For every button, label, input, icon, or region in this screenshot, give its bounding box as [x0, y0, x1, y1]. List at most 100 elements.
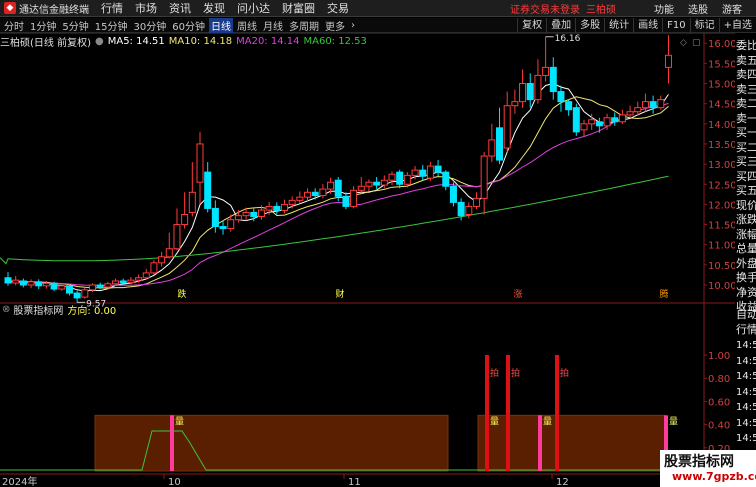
candle-body — [273, 205, 281, 211]
volume-signal-label: 量 — [543, 417, 552, 428]
panel-tab-label[interactable]: 行情 — [736, 321, 756, 337]
settings-dot-icon[interactable]: ● — [95, 36, 104, 47]
tool-mark[interactable]: 标记 — [689, 18, 719, 33]
menu-item-trade[interactable]: 交易 — [327, 0, 349, 16]
candle — [142, 268, 150, 280]
period-multi[interactable]: 多周期 — [287, 18, 321, 33]
candle-body — [204, 171, 212, 209]
candle-body — [96, 284, 104, 288]
candle-body — [580, 123, 588, 131]
period-intraday[interactable]: 分时 — [2, 18, 26, 33]
menu-item-quotes[interactable]: 行情 — [101, 0, 123, 16]
tool-f10[interactable]: F10 — [662, 18, 689, 33]
x-axis-label: 12 — [556, 477, 569, 487]
indicator-chart: 1.000.800.600.400.20量量量量拍拍拍2024年101112 — [0, 351, 735, 487]
candle-body — [480, 155, 488, 199]
candle — [81, 287, 89, 299]
period-monthly[interactable]: 月线 — [261, 18, 285, 33]
period-5min[interactable]: 5分钟 — [60, 18, 90, 33]
candle — [296, 191, 304, 204]
candle-body — [311, 191, 319, 197]
candle-body — [181, 213, 189, 226]
candle-body — [357, 185, 365, 191]
candle-body — [150, 262, 158, 274]
period-15min[interactable]: 15分钟 — [93, 18, 130, 33]
menu-stock-picker[interactable]: 选股 — [688, 1, 708, 16]
trade-time-label: 14:56 — [736, 386, 756, 398]
candle — [19, 278, 27, 288]
candle-body — [227, 219, 235, 230]
price-tick-label: 15.50 — [708, 59, 735, 70]
candle — [150, 260, 158, 275]
candle — [611, 112, 619, 126]
chart-stock-title: 三柏硕(日线 前复权) — [0, 37, 91, 49]
menu-function[interactable]: 功能 — [654, 1, 674, 16]
peak-signal-label: 拍 — [490, 367, 499, 379]
candle-body — [304, 191, 312, 198]
candle-body — [112, 280, 120, 285]
menu-item-market[interactable]: 市场 — [135, 0, 157, 16]
period-more[interactable]: 更多 — [323, 18, 347, 33]
candle-body — [465, 205, 473, 215]
direction-value: 方向: 0.00 — [67, 305, 117, 317]
broker-login-status[interactable]: 证券交易未登录 — [510, 1, 580, 16]
candle-body — [526, 83, 534, 101]
candle-body — [81, 289, 89, 298]
candle-body — [634, 107, 642, 113]
tool-statistics[interactable]: 统计 — [604, 18, 633, 33]
chart-labels: 16.169.57跌财涨腾◇ ▢ — [77, 34, 701, 309]
candle-body — [641, 101, 649, 109]
chevron-right-icon[interactable]: › — [349, 20, 357, 31]
candle — [426, 162, 434, 182]
x-axis-label: 11 — [348, 477, 361, 487]
tool-draw-line[interactable]: 画线 — [633, 18, 662, 33]
menu-item-ask[interactable]: 问小达 — [237, 0, 270, 16]
volume-signal-label: 量 — [490, 417, 499, 428]
candle — [419, 164, 427, 181]
period-weekly[interactable]: 周线 — [235, 18, 259, 33]
candle-body — [58, 285, 66, 290]
candle — [519, 69, 527, 108]
candle-body — [572, 107, 580, 133]
trade-time-label: 14:56 — [736, 340, 756, 351]
peak-signal-bar — [555, 355, 559, 471]
menu-item-wealth[interactable]: 财富圈 — [282, 0, 315, 16]
tool-add-watchlist[interactable]: +自选 — [718, 18, 756, 33]
period-1min[interactable]: 1分钟 — [28, 18, 58, 33]
candle-body — [457, 201, 465, 217]
candle — [664, 35, 672, 84]
current-stock-name: 三柏硕 — [586, 5, 616, 16]
indicator-name: 股票指标网 — [13, 305, 64, 317]
price-tick-label: 16.00 — [708, 39, 735, 50]
candle — [373, 176, 381, 190]
menu-bar: ◆ 通达信金融终端 行情 市场 资讯 发现 问小达 财富圈 交易 证券交易未登录… — [0, 0, 756, 17]
candle — [357, 176, 365, 194]
chart-canvas[interactable]: 16.00 15.50 15.00 14.50 14.00 13.50 13.00 12.50… — [0, 33, 735, 487]
period-60min[interactable]: 60分钟 — [170, 18, 207, 33]
candle-body — [503, 105, 511, 149]
indicator-settings-icon[interactable]: ⊗ — [2, 304, 10, 315]
candle-body — [442, 171, 450, 187]
period-daily[interactable]: 日线 — [208, 17, 233, 33]
tool-adjust[interactable]: 复权 — [517, 18, 546, 33]
candle — [434, 160, 442, 177]
candle — [657, 95, 665, 110]
user-guest[interactable]: 游客 — [722, 1, 742, 16]
menu-item-discover[interactable]: 发现 — [203, 0, 225, 16]
candle-body — [250, 211, 258, 217]
period-30min[interactable]: 30分钟 — [131, 18, 168, 33]
tool-overlay[interactable]: 叠加 — [546, 18, 575, 33]
tool-multi-stock[interactable]: 多股 — [575, 18, 604, 33]
candle-body — [350, 189, 358, 207]
candle-body — [142, 272, 150, 279]
panel-tab-label[interactable]: 自动 — [736, 306, 756, 322]
menu-item-news[interactable]: 资讯 — [169, 0, 191, 16]
candle — [288, 196, 296, 209]
candle — [304, 188, 312, 202]
candle-body — [657, 99, 665, 109]
candle — [219, 220, 227, 235]
ma60-line — [0, 175, 669, 265]
candle-body — [472, 197, 480, 207]
candle-body — [173, 224, 181, 250]
candle — [557, 85, 565, 112]
